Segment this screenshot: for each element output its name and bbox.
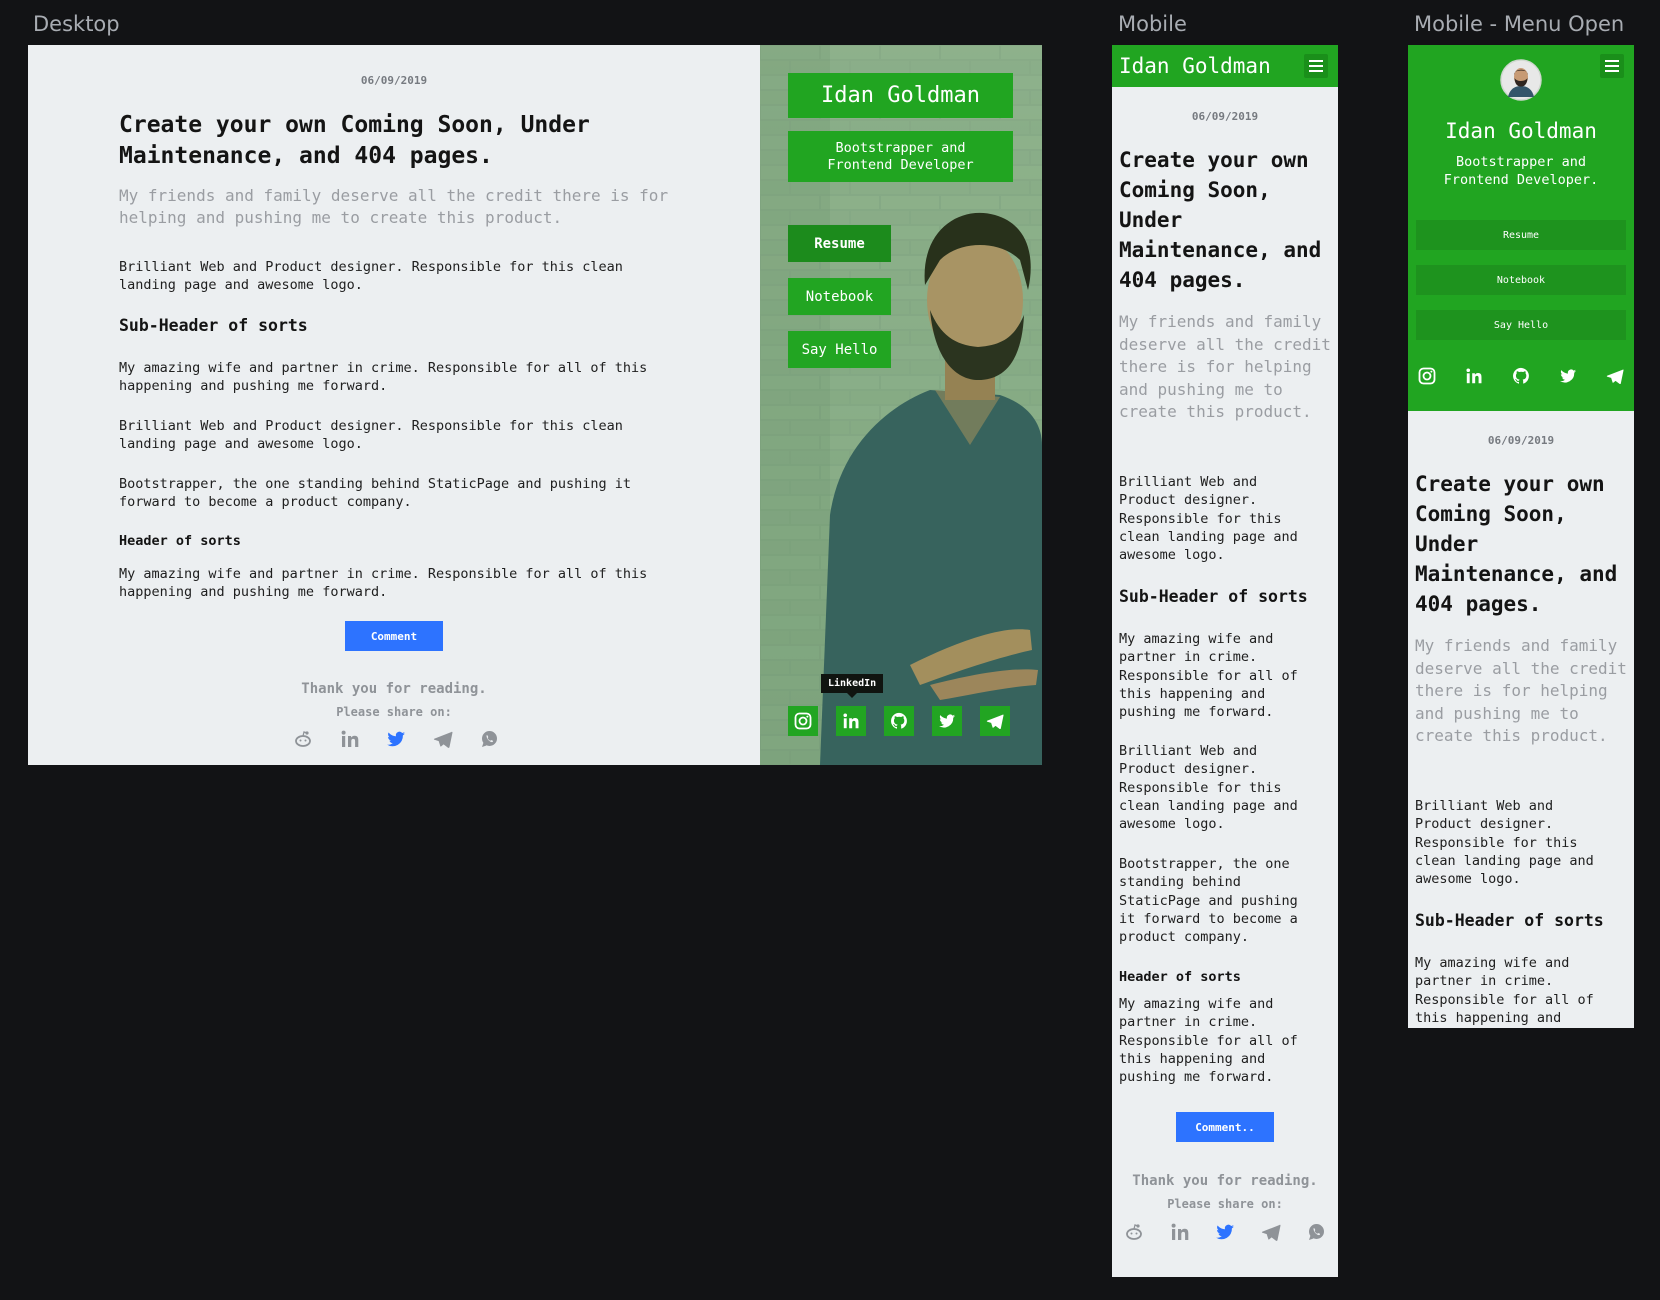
telegram-icon[interactable] — [433, 729, 453, 749]
frame-label-desktop: Desktop — [33, 12, 120, 36]
linkedin-icon[interactable] — [1170, 1222, 1190, 1242]
reddit-icon[interactable] — [1124, 1222, 1144, 1242]
mobile-menu: Idan Goldman Bootstrapper and Frontend D… — [1408, 45, 1634, 411]
reddit-icon[interactable] — [293, 729, 313, 749]
twitter-icon[interactable] — [932, 706, 962, 736]
twitter-icon[interactable] — [1559, 367, 1577, 389]
article-subheader: Sub-Header of sorts — [1415, 911, 1604, 930]
avatar — [1500, 59, 1542, 101]
social-icons — [1418, 367, 1624, 389]
thanks-text: Thank you for reading. — [301, 681, 487, 697]
article-lead: My friends and family deserve all the cr… — [1119, 312, 1331, 421]
menu-icon[interactable] — [1304, 54, 1328, 78]
nav-resume-button[interactable]: Resume — [1416, 220, 1626, 250]
share-prompt: Please share on: — [336, 705, 452, 719]
menu-icon[interactable] — [1600, 54, 1624, 78]
article-title: Create your own Coming Soon, Under Maint… — [1415, 472, 1618, 616]
share-prompt: Please share on: — [1167, 1197, 1283, 1211]
profile-name: Idan Goldman — [1445, 119, 1597, 143]
github-icon[interactable] — [1512, 367, 1530, 389]
nav-notebook-button[interactable]: Notebook — [1416, 265, 1626, 295]
twitter-icon[interactable] — [1215, 1222, 1235, 1242]
desktop-frame: 06/09/2019 Create your own Coming Soon, … — [28, 45, 1042, 765]
comment-button[interactable]: Comment — [345, 621, 443, 651]
article-paragraph: Brilliant Web and Product designer. Resp… — [1119, 474, 1298, 564]
mobile-menu-open-frame: Idan Goldman Bootstrapper and Frontend D… — [1408, 45, 1634, 1028]
article-paragraph: Brilliant Web and Product designer. Resp… — [119, 259, 623, 293]
profile-photo-panel: Idan Goldman Bootstrapper and Frontend D… — [760, 45, 1042, 765]
article-subheader: Sub-Header of sorts — [1119, 587, 1308, 606]
article-paragraph: Brilliant Web and Product designer. Resp… — [1415, 798, 1594, 888]
article-paragraph: Brilliant Web and Product designer. Resp… — [119, 418, 623, 452]
profile-name: Idan Goldman — [788, 73, 1013, 118]
thanks-text: Thank you for reading. — [1132, 1173, 1318, 1189]
nav-notebook-button[interactable]: Notebook — [788, 278, 891, 315]
twitter-icon[interactable] — [386, 729, 406, 749]
profile-role: Bootstrapper and Frontend Developer — [788, 131, 1013, 182]
share-icons — [1124, 1221, 1326, 1243]
article-date: 06/09/2019 — [1191, 110, 1259, 123]
github-icon[interactable] — [884, 706, 914, 736]
article-paragraph: My amazing wife and partner in crime. Re… — [119, 566, 648, 600]
article-small-header: Header of sorts — [119, 533, 241, 549]
comment-button[interactable]: Comment.. — [1176, 1112, 1274, 1142]
article-lead: My friends and family deserve all the cr… — [119, 186, 669, 227]
telegram-icon[interactable] — [1606, 367, 1624, 389]
linkedin-icon[interactable] — [836, 706, 866, 736]
frame-label-mobile: Mobile — [1118, 12, 1187, 36]
profile-name: Idan Goldman — [1119, 54, 1271, 78]
telegram-icon[interactable] — [980, 706, 1010, 736]
article-paragraph: My amazing wife and partner in crime. Re… — [1119, 631, 1298, 721]
article-paragraph: Bootstrapper, the one standing behind St… — [119, 476, 632, 510]
article-lead: My friends and family deserve all the cr… — [1415, 636, 1627, 745]
article-subheader: Sub-Header of sorts — [119, 316, 308, 335]
linkedin-tooltip: LinkedIn — [821, 674, 884, 698]
article-paragraph: My amazing wife and partner in crime. Re… — [1119, 996, 1298, 1086]
nav-say-hello-button[interactable]: Say Hello — [1416, 310, 1626, 340]
article-date: 06/09/2019 — [360, 74, 428, 87]
article-title: Create your own Coming Soon, Under Maint… — [119, 112, 590, 169]
article-paragraph: Bootstrapper, the one standing behind St… — [1119, 856, 1298, 946]
instagram-icon[interactable] — [1418, 367, 1436, 389]
whatsapp-icon[interactable] — [1306, 1222, 1326, 1242]
telegram-icon[interactable] — [1261, 1222, 1281, 1242]
mobile-frame: Idan Goldman 06/09/2019 Create your own … — [1112, 45, 1338, 1277]
article-title: Create your own Coming Soon, Under Maint… — [1119, 148, 1322, 292]
frame-label-mobile-open: Mobile - Menu Open — [1414, 12, 1625, 36]
linkedin-icon[interactable] — [1465, 367, 1483, 389]
whatsapp-icon[interactable] — [479, 729, 499, 749]
nav-say-hello-button[interactable]: Say Hello — [788, 331, 891, 368]
share-icons — [293, 728, 499, 750]
article-small-header: Header of sorts — [1119, 969, 1241, 985]
article-paragraph: My amazing wife and partner in crime. Re… — [119, 360, 648, 394]
profile-role: Bootstrapper and Frontend Developer. — [1443, 154, 1599, 188]
linkedin-icon[interactable] — [340, 729, 360, 749]
article-date: 06/09/2019 — [1487, 434, 1555, 447]
instagram-icon[interactable] — [788, 706, 818, 736]
article-paragraph: Brilliant Web and Product designer. Resp… — [1119, 743, 1298, 833]
mobile-header: Idan Goldman — [1112, 45, 1338, 87]
article-paragraph: My amazing wife and partner in crime. Re… — [1415, 955, 1594, 1026]
nav-resume-button[interactable]: Resume — [788, 225, 891, 262]
